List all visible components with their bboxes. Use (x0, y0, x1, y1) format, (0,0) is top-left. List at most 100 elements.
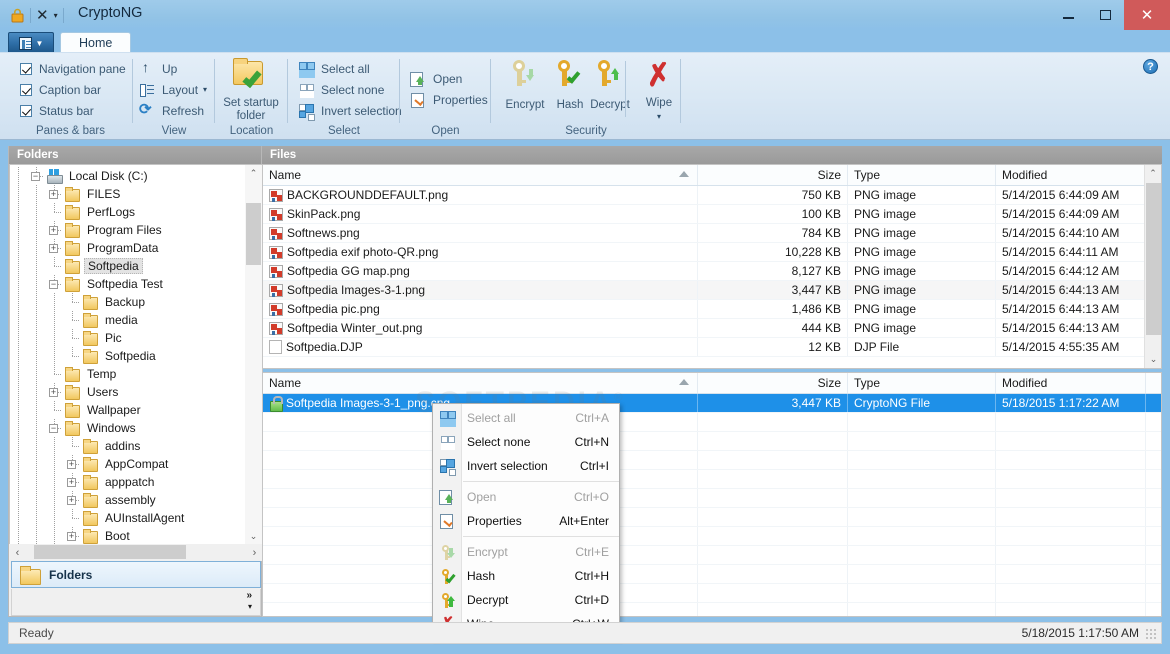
column-header-size[interactable]: Size (698, 165, 848, 185)
table-row[interactable]: Softpedia.DJP 12 KB DJP File 5/14/2015 4:55… (263, 338, 1161, 357)
tree-item[interactable]: + FILES (10, 185, 246, 203)
menu-item-properties[interactable]: Properties Alt+Enter (433, 509, 619, 533)
scrollbar-track[interactable] (26, 544, 246, 561)
scroll-down-icon[interactable]: ⌄ (1145, 351, 1161, 368)
tree-item[interactable]: PerfLogs (10, 203, 246, 221)
tree-item[interactable]: − Softpedia Test (10, 275, 246, 293)
tree-expander-plus[interactable]: + (64, 527, 82, 545)
table-row[interactable]: Softpedia GG map.png 8,127 KB PNG image 5/1… (263, 262, 1161, 281)
tree-item[interactable]: addins (10, 437, 246, 455)
folder-tree[interactable]: − Local Disk (C:) + FILES PerfLogs + Program F… (9, 164, 263, 546)
button-open[interactable]: Open (410, 68, 488, 89)
table-row[interactable]: Softpedia Images-3-1.png 3,447 KB PNG imag… (263, 281, 1161, 300)
column-header-name[interactable]: Name (263, 165, 698, 185)
tree-expander-plus[interactable]: + (64, 455, 82, 473)
files-vertical-scrollbar[interactable]: ⌃ ⌄ (1144, 165, 1161, 368)
tree-vertical-scrollbar[interactable]: ⌃ ⌄ (245, 165, 262, 545)
tree-item[interactable]: Backup (10, 293, 246, 311)
tree-item[interactable]: + apppatch (10, 473, 246, 491)
chevron-down-icon[interactable]: ▾ (248, 601, 252, 612)
button-set-startup-folder[interactable]: Set startup folder (220, 57, 282, 123)
column-header-type[interactable]: Type (848, 165, 996, 185)
table-row[interactable]: Softpedia Images-3-1_png.cng 3,447 KB Cryp… (263, 394, 1161, 413)
tree-item[interactable]: + ProgramData (10, 239, 246, 257)
scroll-up-icon[interactable]: ⌃ (1145, 165, 1161, 182)
checkbox-status-bar[interactable]: Status bar (20, 100, 126, 121)
checkbox-caption-bar[interactable]: Caption bar (20, 79, 126, 100)
column-header-type[interactable]: Type (848, 373, 996, 393)
tree-item[interactable]: Softpedia (10, 347, 246, 365)
column-header-modified[interactable]: Modified (996, 373, 1146, 393)
tree-item[interactable]: − Windows (10, 419, 246, 437)
scroll-up-icon[interactable]: ⌃ (245, 165, 262, 182)
tree-expander-plus[interactable]: + (46, 383, 64, 401)
scroll-down-icon[interactable]: ⌄ (245, 528, 262, 545)
tree-horizontal-scrollbar[interactable]: ‹ › (9, 544, 263, 561)
tree-item[interactable]: AUInstallAgent (10, 509, 246, 527)
column-header-size[interactable]: Size (698, 373, 848, 393)
scrollbar-thumb[interactable] (34, 545, 186, 559)
checkbox-navigation-pane[interactable]: Navigation pane (20, 58, 126, 79)
menu-item-hash[interactable]: Hash Ctrl+H (433, 564, 619, 588)
app-menu-button[interactable]: ▼ (8, 32, 54, 53)
tree-expander-minus[interactable]: − (28, 167, 46, 185)
pane-overflow-area[interactable]: » ▾ (11, 589, 261, 616)
column-header-name[interactable]: Name (263, 373, 698, 393)
context-menu[interactable]: Select all Ctrl+A Select none Ctrl+N Invert … (432, 403, 620, 639)
files-list[interactable]: Name Size Type Modified BACKGROUNDDEFAUL… (262, 164, 1162, 369)
tree-expander-plus[interactable]: + (46, 239, 64, 257)
maximize-button[interactable] (1087, 0, 1124, 30)
button-invert-selection[interactable]: Invert selection (298, 100, 402, 121)
tree-expander-plus[interactable]: + (46, 185, 64, 203)
tree-expander-minus[interactable]: − (46, 419, 64, 437)
table-row[interactable]: Softpedia exif photo-QR.png 10,228 KB PNG … (263, 243, 1161, 262)
tree-expander-plus[interactable]: + (64, 473, 82, 491)
tree-item[interactable]: + Users (10, 383, 246, 401)
output-list[interactable]: Name Size Type Modified Softpedia Images… (262, 372, 1162, 617)
ribbon: ? Navigation pane Caption bar Status bar… (0, 52, 1170, 140)
scroll-left-icon[interactable]: ‹ (9, 544, 26, 561)
close-icon[interactable]: ✕ (36, 8, 49, 23)
tree-item[interactable]: Softpedia (10, 257, 246, 275)
chevron-down-icon[interactable]: ▾ (54, 8, 58, 23)
tree-item[interactable]: + Boot (10, 527, 246, 545)
button-up[interactable]: Up (139, 58, 207, 79)
button-refresh[interactable]: Refresh (139, 100, 207, 121)
button-select-all[interactable]: Select all (298, 58, 402, 79)
tree-expander-plus[interactable]: + (46, 221, 64, 239)
overflow-chevron-icon[interactable]: » (246, 590, 252, 601)
menu-item-decrypt[interactable]: Decrypt Ctrl+D (433, 588, 619, 612)
close-button[interactable]: ✕ (1124, 0, 1170, 30)
button-properties[interactable]: Properties (410, 89, 488, 110)
scroll-right-icon[interactable]: › (246, 544, 263, 561)
tree-item[interactable]: media (10, 311, 246, 329)
tree-item[interactable]: Wallpaper (10, 401, 246, 419)
help-icon[interactable]: ? (1143, 59, 1158, 74)
button-select-none[interactable]: Select none (298, 79, 402, 100)
tree-item[interactable]: Temp (10, 365, 246, 383)
scrollbar-thumb[interactable] (1146, 183, 1161, 335)
tree-expander-minus[interactable]: − (46, 275, 64, 293)
tab-home[interactable]: Home (60, 32, 132, 53)
tree-item[interactable]: Pic (10, 329, 246, 347)
tree-item[interactable]: + assembly (10, 491, 246, 509)
table-row[interactable]: Softpedia pic.png 1,486 KB PNG image 5/14/2… (263, 300, 1161, 319)
menu-item-select-none[interactable]: Select none Ctrl+N (433, 430, 619, 454)
tree-expander-plus[interactable]: + (64, 491, 82, 509)
folder-icon (64, 385, 80, 400)
table-row[interactable]: Softpedia Winter_out.png 444 KB PNG image 5… (263, 319, 1161, 338)
tree-item[interactable]: − Local Disk (C:) (10, 167, 246, 185)
column-header-modified[interactable]: Modified (996, 165, 1146, 185)
scrollbar-thumb[interactable] (246, 203, 261, 265)
table-row[interactable]: BACKGROUNDDEFAULT.png 750 KB PNG image 5/14… (263, 186, 1161, 205)
menu-item-invert-selection[interactable]: Invert selection Ctrl+I (433, 454, 619, 478)
table-row[interactable]: SkinPack.png 100 KB PNG image 5/14/2015 6:4… (263, 205, 1161, 224)
table-row[interactable]: Softnews.png 784 KB PNG image 5/14/2015 6:4… (263, 224, 1161, 243)
resize-grip[interactable] (1145, 628, 1157, 640)
folders-button[interactable]: Folders (11, 561, 261, 588)
chevron-down-icon[interactable]: ▾ (657, 110, 661, 123)
minimize-button[interactable] (1050, 0, 1087, 30)
tree-item[interactable]: + AppCompat (10, 455, 246, 473)
button-layout[interactable]: Layout ▾ (139, 79, 207, 100)
tree-item[interactable]: + Program Files (10, 221, 246, 239)
